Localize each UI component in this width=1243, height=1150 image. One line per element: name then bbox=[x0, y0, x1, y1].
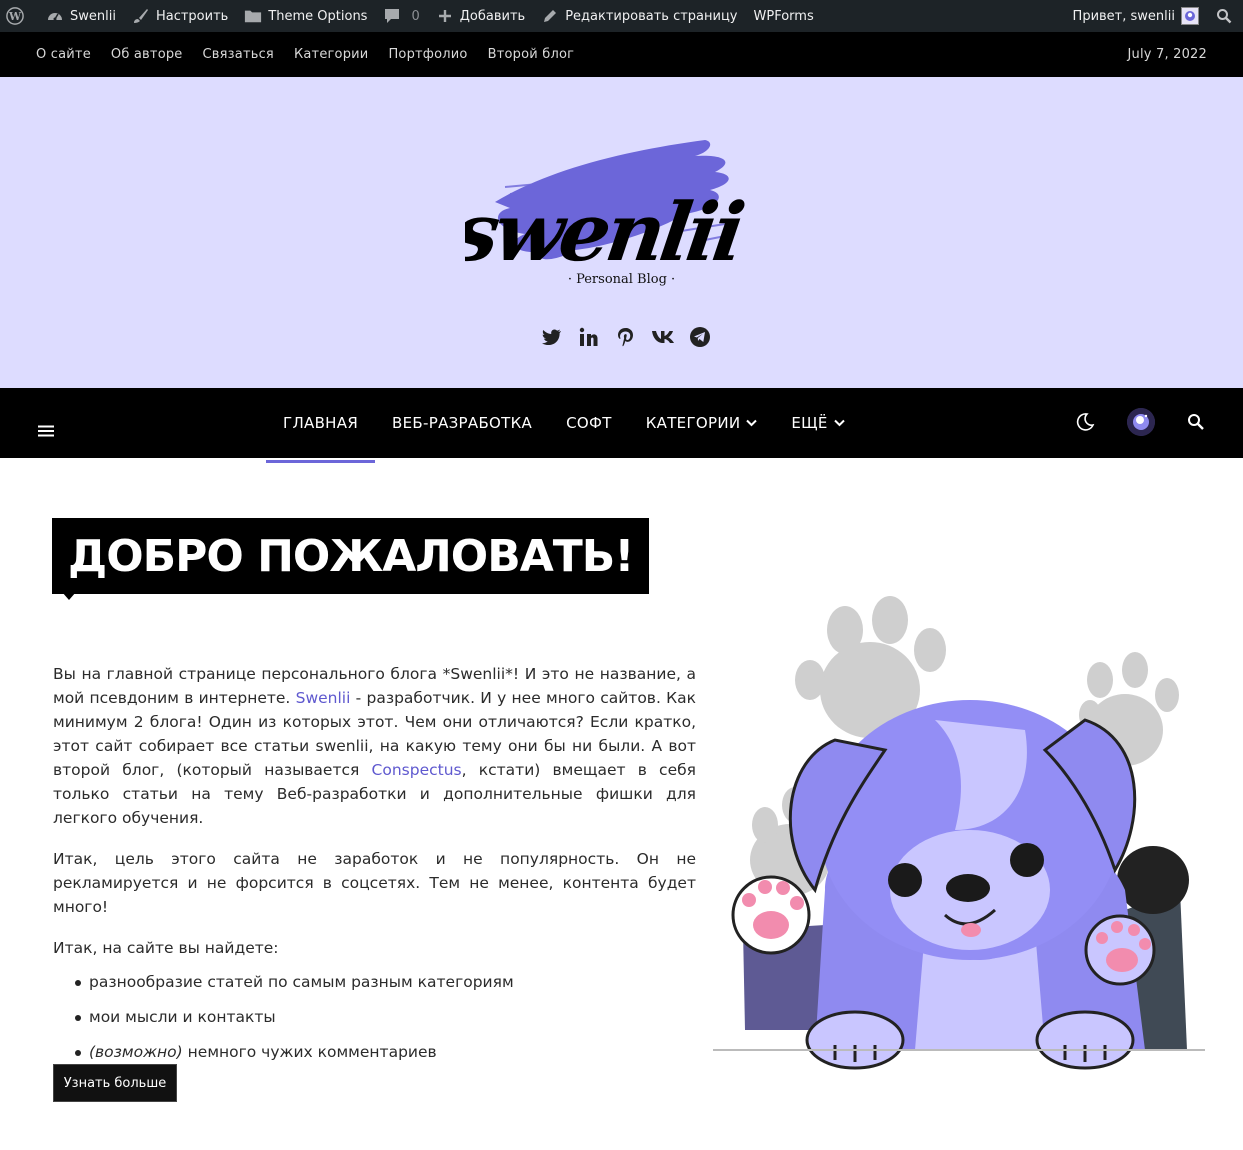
admin-add-new-link[interactable]: Добавить bbox=[428, 0, 533, 32]
nav-item-label: ЕЩЁ bbox=[791, 414, 828, 432]
telegram-icon[interactable] bbox=[688, 325, 712, 349]
tagline-text: Personal Blog bbox=[576, 272, 667, 287]
admin-theme-options-link[interactable]: Theme Options bbox=[236, 0, 375, 32]
search-icon bbox=[1215, 7, 1233, 25]
pinterest-icon[interactable] bbox=[614, 325, 638, 349]
admin-customize-link[interactable]: Настроить bbox=[124, 0, 236, 32]
conspectus-link[interactable]: Conspectus bbox=[372, 761, 462, 779]
nav-item-more[interactable]: ЕЩЁ bbox=[774, 388, 861, 458]
hamburger-menu-icon[interactable] bbox=[38, 422, 54, 437]
vk-icon[interactable] bbox=[651, 325, 675, 349]
dashboard-icon bbox=[46, 7, 64, 25]
learn-more-button[interactable]: Узнать больше bbox=[53, 1064, 177, 1102]
nav-item-soft[interactable]: СОФТ bbox=[549, 388, 629, 458]
admin-edit-page-label: Редактировать страницу bbox=[565, 8, 738, 24]
admin-greeting: Привет, swenlii bbox=[1072, 8, 1175, 24]
features-list: разнообразие статей по самым разным кате… bbox=[53, 970, 696, 1064]
plus-icon bbox=[436, 7, 454, 25]
main-navigation: ГЛАВНАЯ ВЕБ-РАЗРАБОТКА СОФТ КАТЕГОРИИ ЕЩ… bbox=[0, 388, 1243, 463]
admin-wpforms-label: WPForms bbox=[753, 8, 814, 24]
intro-text: Вы на главной странице персонального бло… bbox=[53, 662, 696, 1075]
folder-icon bbox=[244, 7, 262, 25]
twitter-icon[interactable] bbox=[540, 325, 564, 349]
list-item-emphasis: (возможно) bbox=[89, 1043, 183, 1061]
list-intro: Итак, на сайте вы найдете: bbox=[53, 939, 279, 957]
search-icon[interactable] bbox=[1187, 413, 1205, 431]
admin-customize-label: Настроить bbox=[155, 8, 229, 24]
goal-paragraph: Итак, цель этого сайта не заработок и не… bbox=[53, 850, 696, 916]
list-item: разнообразие статей по самым разным кате… bbox=[75, 970, 696, 994]
admin-bar: W Swenlii Настроить Theme Options 0 Доба… bbox=[0, 0, 1243, 32]
nav-item-web-dev[interactable]: ВЕБ-РАЗРАБОТКА bbox=[375, 388, 549, 458]
comments-count: 0 bbox=[411, 8, 420, 24]
list-item: (возможно) немного чужих комментариев bbox=[75, 1040, 696, 1064]
admin-site-label: Swenlii bbox=[70, 8, 116, 24]
puppy-illustration bbox=[705, 590, 1215, 1080]
svg-text:W: W bbox=[8, 10, 22, 23]
svg-text:swenlii: swenlii bbox=[465, 185, 748, 279]
site-header: swenlii · Personal Blog · bbox=[0, 77, 1243, 388]
nav-item-label: КАТЕГОРИИ bbox=[645, 414, 741, 432]
current-date: July 7, 2022 bbox=[1127, 47, 1207, 62]
nav-item-categories[interactable]: КАТЕГОРИИ bbox=[629, 388, 775, 458]
top-navigation: О сайте Об авторе Связаться Категории По… bbox=[0, 32, 1243, 77]
site-logo[interactable]: swenlii bbox=[447, 112, 785, 297]
topnav-link[interactable]: Второй блог bbox=[488, 47, 575, 62]
admin-wpforms-link[interactable]: WPForms bbox=[746, 0, 822, 32]
admin-theme-options-label: Theme Options bbox=[268, 8, 368, 24]
user-avatar[interactable] bbox=[1127, 408, 1155, 436]
admin-account-menu[interactable]: Привет, swenlii bbox=[1065, 0, 1207, 32]
pencil-icon bbox=[541, 7, 559, 25]
topnav-link[interactable]: О сайте bbox=[36, 47, 91, 62]
chevron-down-icon bbox=[746, 419, 758, 427]
wordpress-icon: W bbox=[6, 7, 24, 25]
nav-item-label: ВЕБ-РАЗРАБОТКА bbox=[392, 414, 533, 432]
nav-item-label: СОФТ bbox=[566, 414, 612, 432]
chevron-down-icon bbox=[833, 419, 845, 427]
nav-tools bbox=[1075, 408, 1205, 436]
title-pointer bbox=[62, 592, 76, 600]
admin-search-button[interactable] bbox=[1207, 0, 1243, 32]
social-links bbox=[540, 325, 712, 349]
swenlii-link[interactable]: Swenlii bbox=[296, 689, 351, 707]
intro-paragraph: Вы на главной странице персонального бло… bbox=[53, 662, 696, 830]
topnav-link[interactable]: Категории bbox=[294, 47, 369, 62]
brush-icon bbox=[132, 7, 150, 25]
comment-icon bbox=[383, 7, 401, 25]
dark-mode-toggle-icon[interactable] bbox=[1075, 412, 1095, 432]
topnav-link[interactable]: Связаться bbox=[203, 47, 274, 62]
list-item-text: немного чужих комментариев bbox=[182, 1043, 437, 1061]
linkedin-icon[interactable] bbox=[577, 325, 601, 349]
nav-item-home[interactable]: ГЛАВНАЯ bbox=[266, 388, 376, 463]
wordpress-logo-button[interactable]: W bbox=[0, 0, 38, 32]
page-title: ДОБРО ПОЖАЛОВАТЬ! bbox=[52, 518, 650, 594]
admin-add-new-label: Добавить bbox=[459, 8, 526, 24]
admin-site-link[interactable]: Swenlii bbox=[38, 0, 124, 32]
topnav-link[interactable]: Портфолио bbox=[388, 47, 467, 62]
admin-comments-link[interactable]: 0 bbox=[375, 0, 427, 32]
nav-item-label: ГЛАВНАЯ bbox=[283, 414, 359, 432]
primary-menu: ГЛАВНАЯ ВЕБ-РАЗРАБОТКА СОФТ КАТЕГОРИИ ЕЩ… bbox=[266, 388, 862, 463]
site-tagline: · Personal Blog · bbox=[567, 272, 676, 287]
topnav-link[interactable]: Об авторе bbox=[111, 47, 183, 62]
list-item: мои мысли и контакты bbox=[75, 1005, 696, 1029]
admin-edit-page-link[interactable]: Редактировать страницу bbox=[533, 0, 745, 32]
admin-avatar bbox=[1181, 7, 1199, 25]
